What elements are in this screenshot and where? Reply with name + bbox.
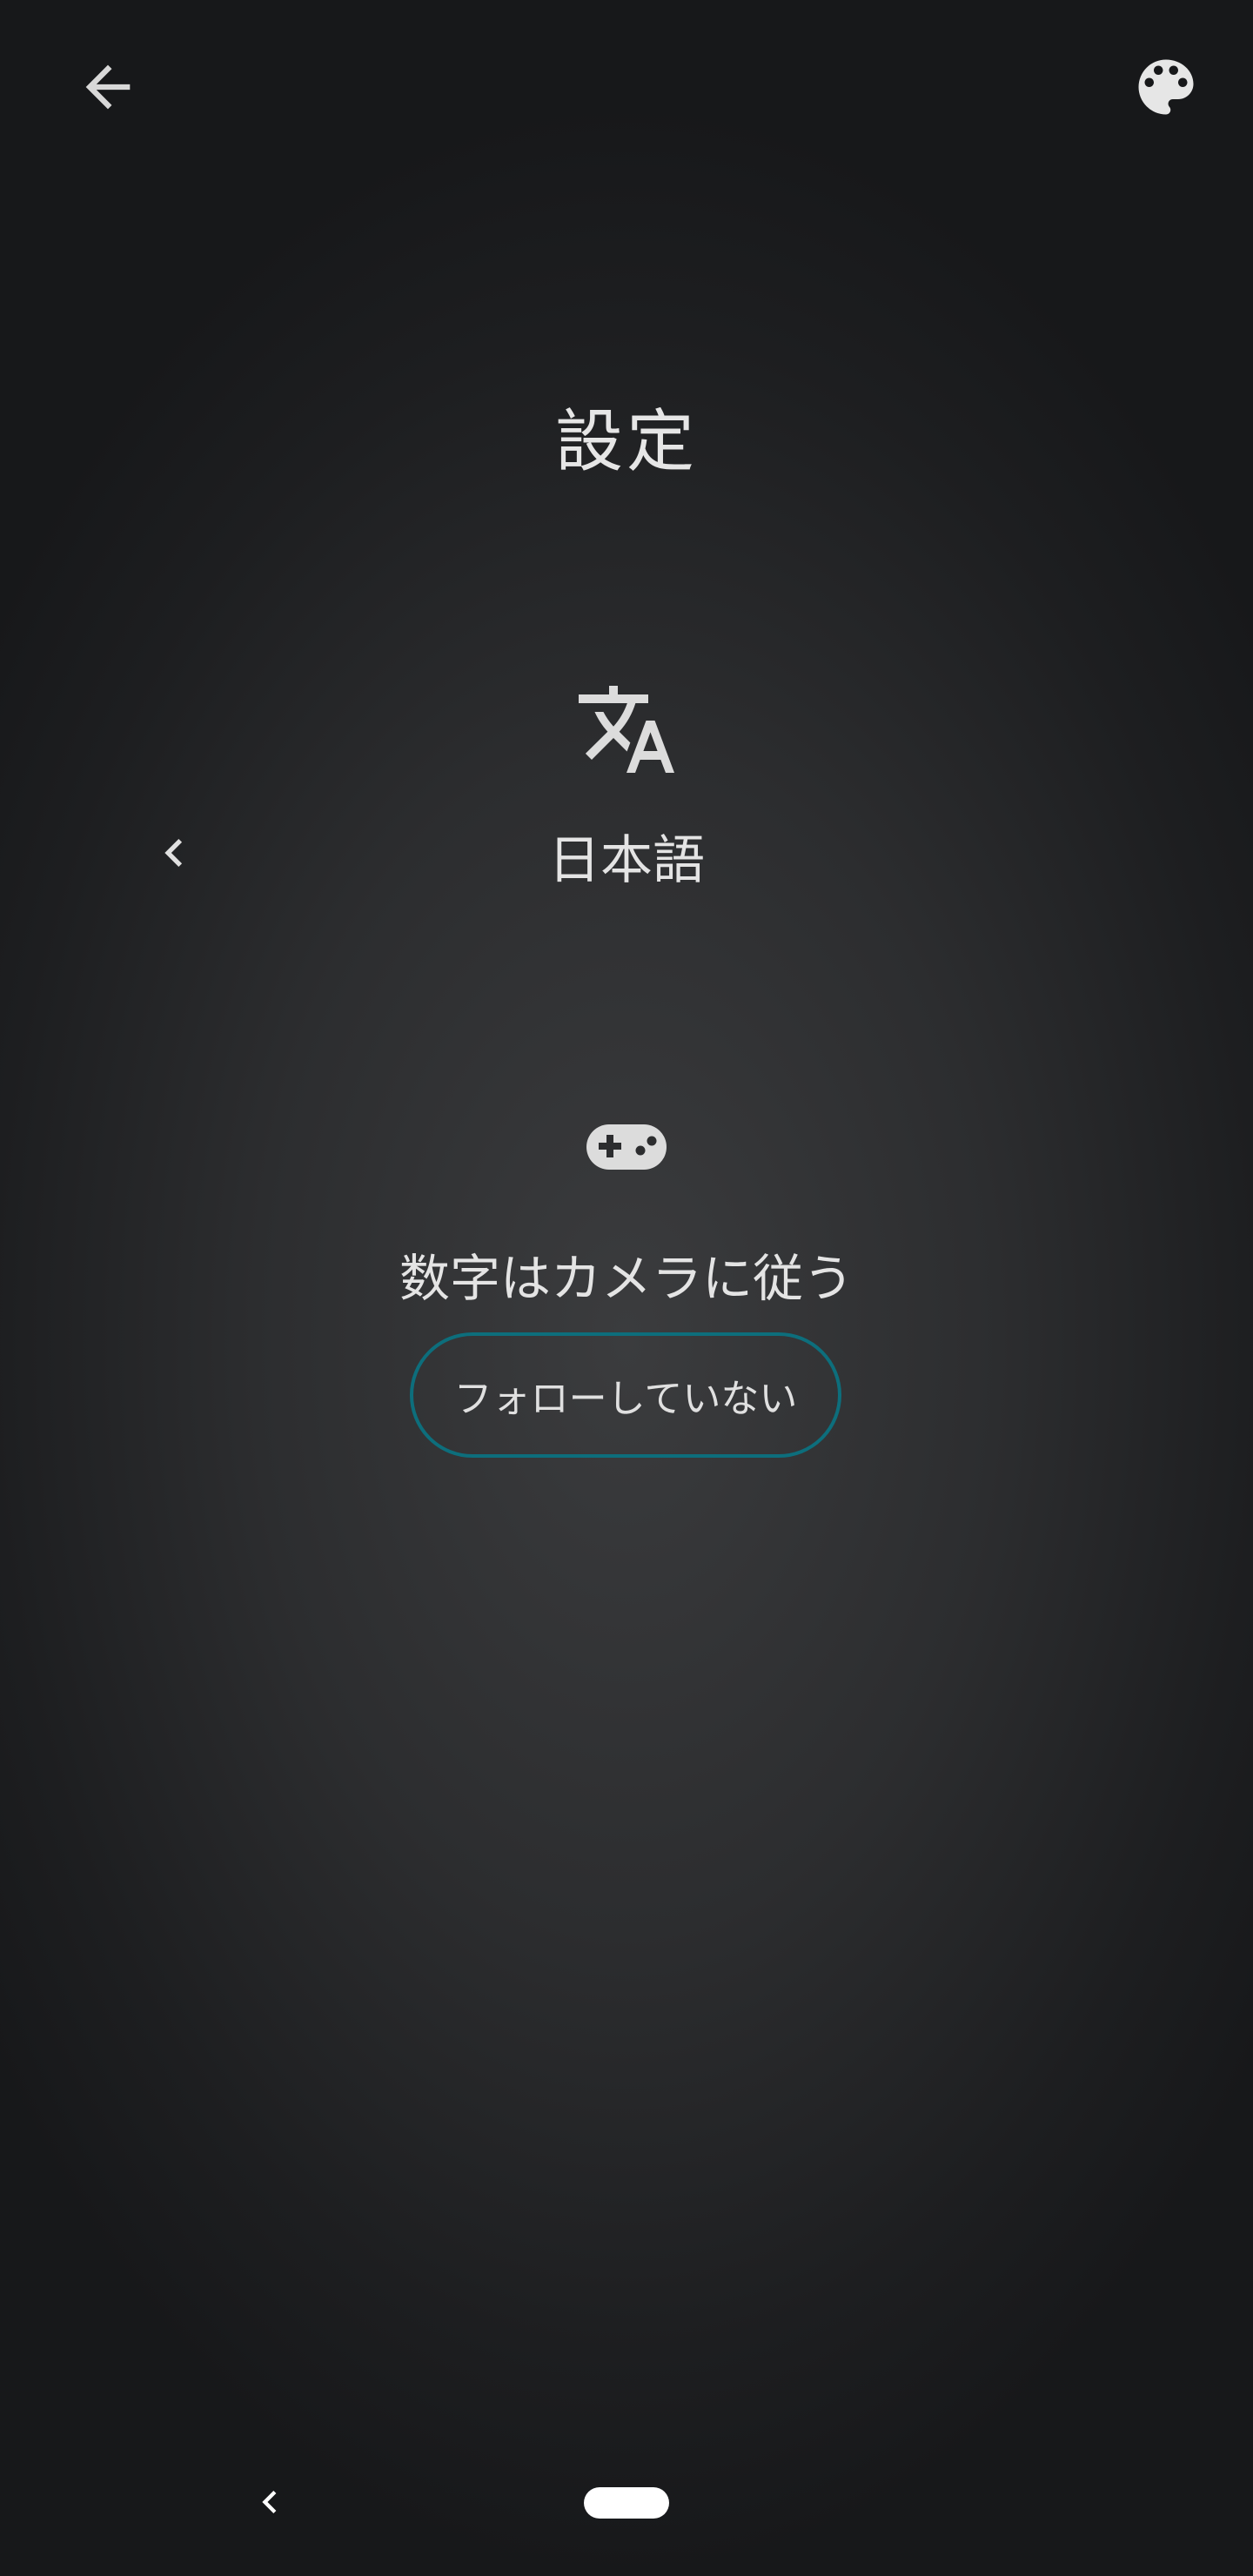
- translate-icon: [579, 686, 674, 773]
- arrow-back-icon: [85, 64, 131, 110]
- palette-icon: [1138, 59, 1194, 115]
- follow-toggle-button[interactable]: フォローしていない: [410, 1332, 841, 1458]
- gamepad-icon: [586, 1124, 667, 1170]
- theme-palette-button[interactable]: [1114, 35, 1218, 139]
- nav-back-icon: [262, 2491, 277, 2513]
- nav-back-button[interactable]: [244, 2467, 296, 2537]
- language-value: 日本語: [548, 830, 705, 891]
- page-title: 設定: [554, 403, 698, 481]
- number-follow-camera-label: 数字はカメラに従う: [399, 1249, 854, 1308]
- home-pill-icon[interactable]: [584, 2487, 669, 2519]
- back-button[interactable]: [56, 35, 160, 139]
